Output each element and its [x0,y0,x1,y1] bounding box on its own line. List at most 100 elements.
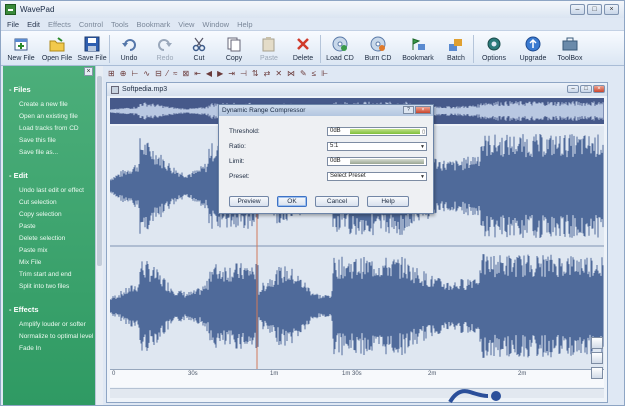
split-view-icon[interactable]: ⊞ [108,69,115,78]
sidebar-item-mix-file[interactable]: Mix File [3,257,95,269]
new-file-button[interactable]: New File [3,31,39,65]
sidebar-item-normalize[interactable]: Normalize to optimal level [3,331,95,343]
doc-close-button[interactable]: × [593,85,605,93]
undo-button[interactable]: Undo [110,31,148,65]
paste-button[interactable]: Paste [252,31,286,65]
normalize-icon[interactable]: ⇅ [252,69,259,78]
open-folder-icon [48,36,66,52]
record-icon[interactable]: ⊕ [120,69,127,78]
redo-button[interactable]: Redo [148,31,182,65]
trim-icon[interactable]: ⊣ [240,69,247,78]
sidebar-item-undo[interactable]: Undo last edit or effect [3,185,95,197]
document-title-bar: Softpedia.mp3 – □ × [107,83,607,96]
fit-tool-icon[interactable] [591,367,603,379]
sidebar-section-effects[interactable]: Effects [3,303,95,316]
sidebar-section-edit[interactable]: Edit [3,169,95,182]
forward-icon[interactable]: ⇥ [228,69,235,78]
menu-edit[interactable]: Edit [27,20,40,29]
menu-view[interactable]: View [178,20,194,29]
fade-icon[interactable]: ⁄ [167,69,168,78]
options-button[interactable]: Options [474,31,514,65]
threshold-slider[interactable]: 0dB ▯ [327,126,427,136]
doc-minimize-button[interactable]: – [567,85,579,93]
ratio-dropdown[interactable]: 5:1 ▼ [327,141,427,151]
sidebar-scrollbar-thumb[interactable] [97,76,102,266]
menu-bookmark[interactable]: Bookmark [137,20,171,29]
preview-button[interactable]: Preview [229,196,269,207]
menu-effects[interactable]: Effects [48,20,71,29]
options-gear-icon [485,36,503,52]
preset-dropdown[interactable]: Select Preset ▼ [327,171,427,181]
marker-icon[interactable]: ⊢ [131,69,138,78]
menu-window[interactable]: Window [202,20,229,29]
copy-button[interactable]: Copy [216,31,252,65]
delete-x-icon [294,36,312,52]
sidebar-item-split[interactable]: Split into two files [3,281,95,293]
sidebar-scrollbar[interactable] [95,66,103,405]
sidebar-item-save-file[interactable]: Save this file [3,135,95,147]
play-back-icon[interactable]: ◀ [206,69,212,78]
dialog-help-button[interactable]: ? [403,106,414,114]
envelope-icon[interactable]: ≈ [173,69,177,78]
maximize-button[interactable]: □ [587,4,602,15]
slider-spin-icon[interactable]: ▯ [422,129,425,136]
play-icon[interactable]: ▶ [217,69,223,78]
align-icon[interactable]: ⇄ [264,69,271,78]
menu-control[interactable]: Control [79,20,103,29]
ruler-label: 1m [270,371,279,377]
sidebar-item-trim[interactable]: Trim start and end [3,269,95,281]
sidebar-section-files[interactable]: Files [3,83,95,96]
cross-icon[interactable]: ✕ [275,69,282,78]
upgrade-button[interactable]: Upgrade [514,31,552,65]
sidebar-item-paste-mix[interactable]: Paste mix [3,245,95,257]
bookmark-button[interactable]: Bookmark [397,31,439,65]
cancel-button[interactable]: Cancel [315,196,359,207]
sidebar-item-fade-in[interactable]: Fade In [3,343,95,355]
wavepad-window: WavePad – □ × File Edit Effects Control … [0,0,625,406]
threshold-label: Threshold: [229,127,260,135]
ok-button[interactable]: OK [277,196,307,207]
pen-icon[interactable]: ✎ [300,69,307,78]
time-ruler[interactable]: 0 30s 1m 1m 30s 2m 2m [110,369,604,387]
zoom-tool-icon[interactable] [591,352,603,364]
sidebar-item-create-new-file[interactable]: Create a new file [3,99,95,111]
sidebar-close-icon[interactable]: × [84,67,93,76]
sidebar-item-amplify[interactable]: Amplify louder or softer [3,319,95,331]
burn-cd-button[interactable]: Burn CD [359,31,397,65]
marker2-icon[interactable]: ⊩ [321,69,328,78]
menu-help[interactable]: Help [237,20,252,29]
limit-slider[interactable]: 0dB [327,156,427,166]
sidebar-item-paste[interactable]: Paste [3,221,95,233]
sidebar-item-load-tracks[interactable]: Load tracks from CD [3,123,95,135]
ruler-label: 2m [518,371,527,377]
dialog-close-button[interactable]: × [415,106,431,114]
delete-button[interactable]: Delete [286,31,320,65]
close-button[interactable]: × [604,4,619,15]
menu-tools[interactable]: Tools [111,20,129,29]
sidebar-item-copy[interactable]: Copy selection [3,209,95,221]
save-file-button[interactable]: Save File [75,31,109,65]
sidebar-item-open-file[interactable]: Open an existing file [3,111,95,123]
sidebar-item-delete[interactable]: Delete selection [3,233,95,245]
menu-file[interactable]: File [7,20,19,29]
batch-button[interactable]: Batch [439,31,473,65]
sidebar-item-cut[interactable]: Cut selection [3,197,95,209]
cut-button[interactable]: Cut [182,31,216,65]
toolbox-button[interactable]: ToolBox [552,31,588,65]
minimize-button[interactable]: – [570,4,585,15]
selection-icon[interactable]: ⊠ [183,69,190,78]
load-cd-button[interactable]: Load CD [321,31,359,65]
ruler-label: 1m 30s [342,371,362,377]
sidebar-item-save-as[interactable]: Save file as... [3,147,95,159]
help-button[interactable]: Help [367,196,409,207]
window-controls: – □ × [570,4,619,15]
rewind-icon[interactable]: ⇤ [194,69,201,78]
pencil-tool-icon[interactable] [591,337,603,349]
open-file-button[interactable]: Open File [39,31,75,65]
silence-icon[interactable]: ⋈ [287,69,295,78]
doc-maximize-button[interactable]: □ [580,85,592,93]
wave-icon[interactable]: ∿ [143,69,150,78]
horizontal-scrollbar[interactable] [110,388,604,398]
level-icon[interactable]: ≤ [312,69,316,78]
zoom-icon[interactable]: ⊟ [155,69,162,78]
